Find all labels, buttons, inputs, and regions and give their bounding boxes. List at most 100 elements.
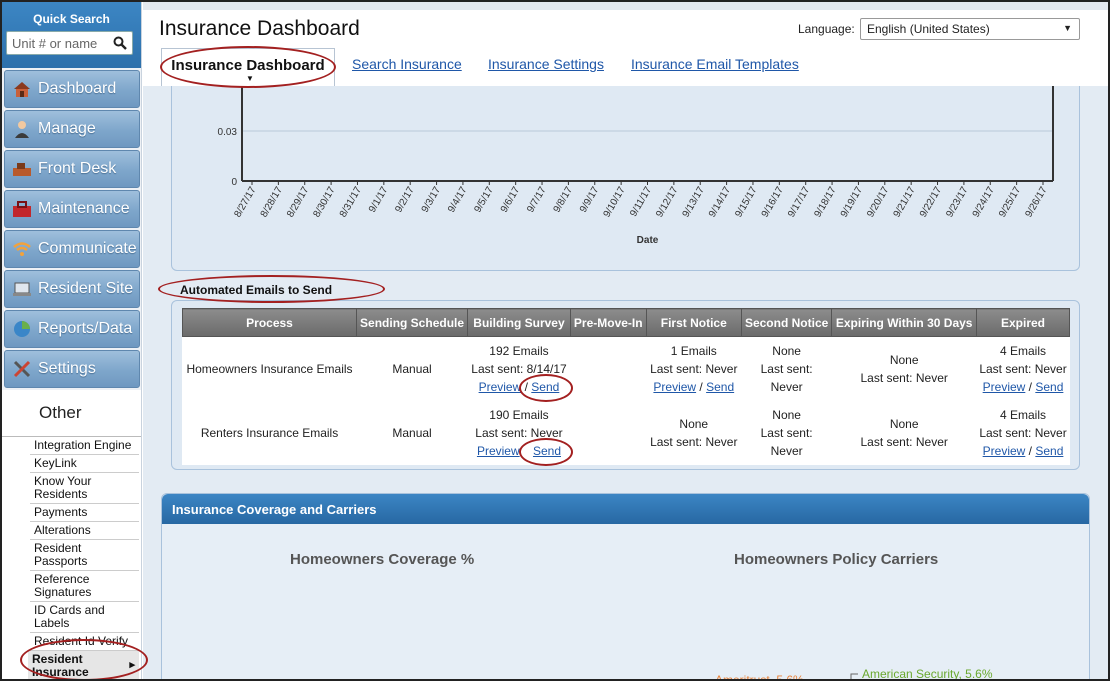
cell-process: Homeowners Insurance Emails <box>186 361 353 376</box>
last-sent: Last sent: Never <box>760 425 813 458</box>
other-item-know-your-residents[interactable]: Know Your Residents <box>30 473 139 504</box>
nav-resident-site-label: Resident Site <box>38 280 134 297</box>
col-second-notice: Second Notice <box>740 308 833 337</box>
quick-search-box <box>6 31 133 55</box>
wifi-icon <box>13 242 31 256</box>
language-select[interactable]: English (United States) ▼ <box>860 18 1080 40</box>
x-tick-label: 9/3/17 <box>420 185 444 215</box>
other-item-alterations[interactable]: Alterations <box>30 522 139 540</box>
search-icon[interactable] <box>113 36 127 50</box>
nav-settings[interactable]: Settings <box>4 350 140 388</box>
last-sent: Last sent: Never <box>475 425 563 440</box>
col-expiring-within-30-days: Expiring Within 30 Days <box>831 308 978 337</box>
nav-reports-data[interactable]: Reports/Data <box>4 310 140 348</box>
nav-resident-site[interactable]: Resident Site <box>4 270 140 308</box>
cell-expiring: None Last sent: Never <box>832 401 977 465</box>
other-item-resident-id-verify[interactable]: Resident Id Verify <box>30 633 139 651</box>
other-item-payments[interactable]: Payments <box>30 504 139 522</box>
nav-dashboard-label: Dashboard <box>38 80 117 97</box>
chevron-down-icon: ▼ <box>1063 23 1072 33</box>
col-expired: Expired <box>976 308 1070 337</box>
x-tick-label: 9/5/17 <box>472 185 496 215</box>
other-heading: Other <box>2 390 141 436</box>
x-tick-label: 9/1/17 <box>367 185 391 215</box>
x-tick-label: 9/26/17 <box>1023 185 1049 220</box>
automated-emails-panel: Process Sending Schedule Building Survey… <box>171 300 1080 470</box>
preview-link[interactable]: Preview <box>983 444 1026 458</box>
send-link[interactable]: Send <box>1035 444 1063 458</box>
nav-manage[interactable]: Manage <box>4 110 140 148</box>
nav-front-desk-label: Front Desk <box>38 160 117 177</box>
quick-search-input[interactable] <box>7 32 107 54</box>
automated-emails-table: Process Sending Schedule Building Survey… <box>181 308 1070 465</box>
email-count: None <box>772 407 801 422</box>
tab-search-insurance[interactable]: Search Insurance <box>352 56 462 72</box>
x-tick-label: 9/6/17 <box>499 185 523 215</box>
laptop-icon <box>13 282 31 296</box>
send-link[interactable]: Send <box>531 380 559 394</box>
x-tick-label: 9/20/17 <box>865 185 891 220</box>
preview-link[interactable]: Preview <box>983 380 1026 394</box>
send-link[interactable]: Send <box>533 444 561 458</box>
x-tick-label: 9/17/17 <box>786 185 812 220</box>
coverage-panel: Insurance Coverage and Carriers Homeowne… <box>161 493 1090 681</box>
tab-insurance-email-templates[interactable]: Insurance Email Templates <box>631 56 799 72</box>
nav-reports-data-label: Reports/Data <box>38 320 133 337</box>
cell-pre-move-in <box>570 401 646 465</box>
other-item-resident-insurance[interactable]: Resident Insurance <box>28 651 139 679</box>
page-header: Insurance Dashboard Language: English (U… <box>143 2 1108 86</box>
col-sending-schedule: Sending Schedule <box>356 308 469 337</box>
send-link[interactable]: Send <box>706 380 734 394</box>
email-count: None <box>772 343 801 358</box>
col-first-notice: First Notice <box>645 308 742 337</box>
email-count: None <box>679 416 709 431</box>
last-sent: Last sent: Never <box>979 361 1067 376</box>
coverage-header: Insurance Coverage and Carriers <box>162 494 1089 524</box>
x-tick-label: 9/16/17 <box>760 185 786 220</box>
pie-chart-icon <box>14 321 30 337</box>
other-item-keylink[interactable]: KeyLink <box>30 455 139 473</box>
last-sent: Last sent: 8/14/17 <box>471 361 567 376</box>
other-item-reference-signatures[interactable]: Reference Signatures <box>30 571 139 602</box>
nav-dashboard[interactable]: Dashboard <box>4 70 140 108</box>
table-row: Homeowners Insurance Emails Manual 192 E… <box>183 337 1070 401</box>
nav-front-desk[interactable]: Front Desk <box>4 150 140 188</box>
main-nav: Dashboard Manage Front Desk Maintenance … <box>2 70 141 388</box>
main-content: 0.03 0 8/27/17 8/28/17 8/29/17 8/30/17 8/31/17… <box>143 86 1108 681</box>
tab-insurance-settings[interactable]: Insurance Settings <box>488 56 604 72</box>
carrier-label-ameritrust: Ameritrust, 5.6% <box>715 673 804 681</box>
x-tick-label: 9/2/17 <box>393 185 417 215</box>
x-tick-label: 9/8/17 <box>552 185 576 215</box>
other-item-resident-passports[interactable]: Resident Passports <box>30 540 139 571</box>
x-tick-label: 9/24/17 <box>971 185 997 220</box>
other-item-id-cards-and-labels[interactable]: ID Cards and Labels <box>30 602 139 633</box>
preview-link[interactable]: Preview <box>477 444 520 458</box>
quick-search: Quick Search <box>2 2 141 68</box>
last-sent: Last sent: Never <box>760 361 813 394</box>
other-item-integration-engine[interactable]: Integration Engine <box>30 437 139 455</box>
cell-schedule: Manual <box>392 361 432 376</box>
cell-expiring: None Last sent: Never <box>832 337 977 401</box>
nav-communicate[interactable]: Communicate <box>4 230 140 268</box>
col-building-survey: Building Survey <box>467 308 571 337</box>
send-link[interactable]: Send <box>1035 380 1063 394</box>
x-tick-label: 9/15/17 <box>733 185 759 220</box>
x-tick-label: 9/14/17 <box>707 185 733 220</box>
preview-link[interactable]: Preview <box>479 380 522 394</box>
cell-expired: 4 Emails Last sent: Never Preview / Send <box>979 343 1067 394</box>
x-tick-label: 8/29/17 <box>285 185 311 220</box>
cell-building-survey: 192 Emails Last sent: 8/14/17 Preview / … <box>471 343 567 394</box>
x-tick-label: 9/13/17 <box>681 185 707 220</box>
nav-maintenance[interactable]: Maintenance <box>4 190 140 228</box>
toolbox-icon <box>13 201 31 217</box>
x-tick-label: 9/18/17 <box>812 185 838 220</box>
last-sent: Last sent: Never <box>979 425 1067 440</box>
nav-manage-label: Manage <box>38 120 96 137</box>
cell-first-notice: None Last sent: Never <box>646 401 741 465</box>
automated-emails-title: Automated Emails to Send <box>180 283 333 297</box>
last-sent: Last sent: Never <box>860 434 948 449</box>
tab-insurance-dashboard[interactable]: Insurance Dashboard ▼ <box>161 48 335 86</box>
preview-link[interactable]: Preview <box>653 380 696 394</box>
x-tick-label: 8/28/17 <box>259 185 285 220</box>
homeowners-carriers-title: Homeowners Policy Carriers <box>734 551 939 568</box>
